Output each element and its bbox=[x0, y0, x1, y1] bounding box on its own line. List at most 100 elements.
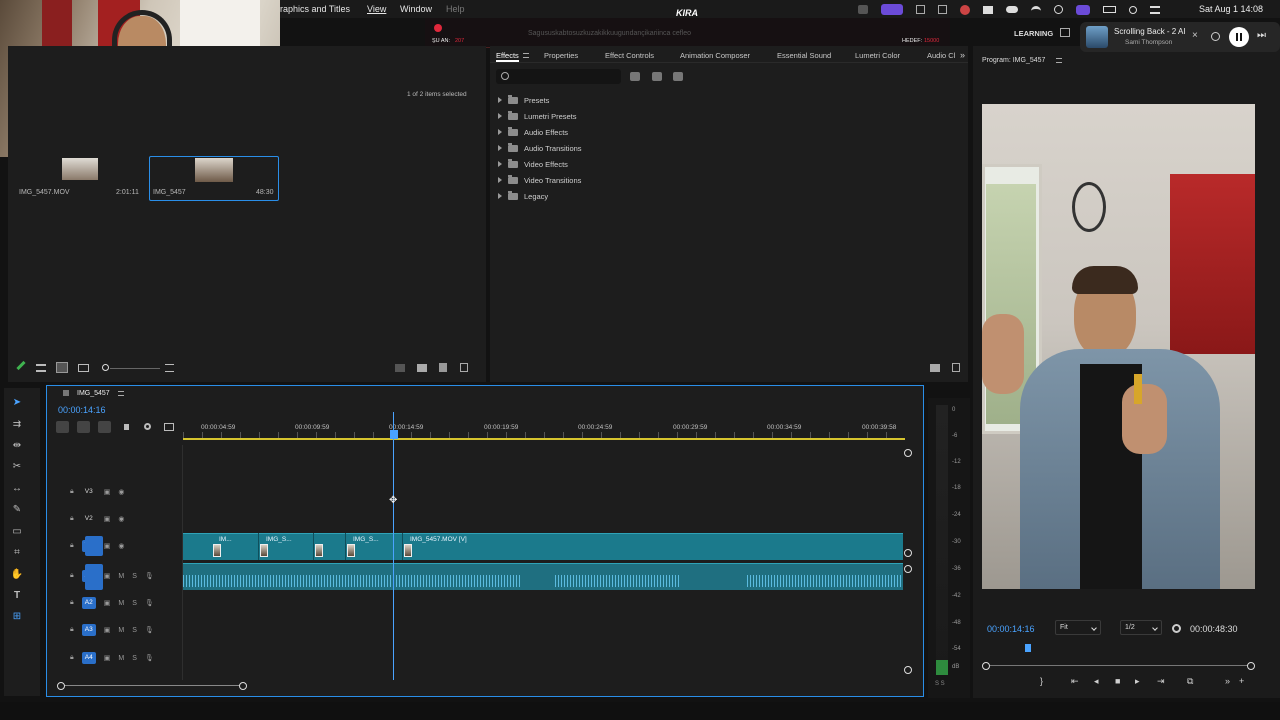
tree-item-presets[interactable]: Presets bbox=[498, 93, 549, 107]
snap-icon[interactable] bbox=[77, 421, 90, 433]
grid-icon[interactable] bbox=[938, 5, 947, 14]
wifi-icon[interactable] bbox=[1031, 5, 1041, 14]
track-label[interactable]: A3 bbox=[81, 624, 96, 636]
crop-tool-icon[interactable]: ⌗ bbox=[10, 546, 24, 560]
tree-item-video-transitions[interactable]: Video Transitions bbox=[498, 173, 581, 187]
tab-essential-sound[interactable]: Essential Sound bbox=[777, 51, 831, 60]
next-track-icon[interactable]: ⏭ bbox=[1257, 30, 1266, 41]
tree-item-audio-effects[interactable]: Audio Effects bbox=[498, 125, 568, 139]
lock-icon[interactable]: 🔒︎ bbox=[70, 572, 74, 580]
stop-icon[interactable]: ■ bbox=[1115, 676, 1120, 686]
microphone-icon[interactable]: 🎙︎ bbox=[145, 654, 154, 662]
timeline-playhead-handle[interactable] bbox=[390, 430, 398, 439]
tree-item-legacy[interactable]: Legacy bbox=[498, 189, 548, 203]
add-button-icon[interactable]: + bbox=[1239, 676, 1244, 686]
lock-icon[interactable]: 🔒︎ bbox=[70, 515, 74, 523]
solo-button[interactable]: S bbox=[132, 573, 137, 580]
panel-menu-icon[interactable] bbox=[523, 53, 529, 58]
screen-record-icon[interactable] bbox=[881, 4, 903, 15]
airplay-icon[interactable] bbox=[1076, 4, 1090, 15]
timeline-timecode[interactable]: 00:00:14:16 bbox=[58, 405, 106, 415]
menu-window[interactable]: Window bbox=[400, 4, 432, 14]
clip-cut[interactable] bbox=[258, 533, 259, 560]
workspace-menu-icon[interactable] bbox=[1060, 28, 1070, 37]
tab-effect-controls[interactable]: Effect Controls bbox=[605, 51, 654, 60]
sync-lock-icon[interactable]: ▣ bbox=[104, 654, 111, 662]
vertical-scroll-handle[interactable] bbox=[904, 666, 912, 674]
fit-dropdown[interactable]: Fit bbox=[1055, 620, 1101, 635]
clip-cut[interactable] bbox=[313, 533, 314, 560]
go-to-in-icon[interactable]: ⇤ bbox=[1071, 676, 1079, 687]
freeform-view-icon[interactable] bbox=[78, 364, 89, 372]
expand-arrow-icon[interactable] bbox=[498, 129, 502, 135]
mute-button[interactable]: M bbox=[118, 655, 124, 662]
cloud-icon[interactable] bbox=[1006, 6, 1018, 13]
meter-footer[interactable]: S S bbox=[935, 681, 945, 687]
new-bin-icon[interactable] bbox=[417, 364, 427, 372]
pencil-icon[interactable] bbox=[16, 360, 26, 371]
project-item-thumb-1[interactable] bbox=[62, 158, 98, 180]
lock-icon[interactable]: 🔒︎ bbox=[70, 542, 74, 550]
effects-search-input[interactable] bbox=[496, 69, 621, 84]
tab-properties[interactable]: Properties bbox=[544, 51, 578, 60]
tree-item-video-effects[interactable]: Video Effects bbox=[498, 157, 568, 171]
a1-source-patch[interactable] bbox=[85, 564, 103, 590]
wrench-icon[interactable] bbox=[1172, 624, 1181, 633]
settings-wrench-icon[interactable] bbox=[144, 423, 151, 430]
tab-effects[interactable]: Effects bbox=[496, 51, 519, 62]
vertical-scroll-handle[interactable] bbox=[904, 565, 912, 573]
sync-lock-icon[interactable]: ▣ bbox=[104, 488, 111, 496]
export-frame-icon[interactable]: ⧉ bbox=[1187, 676, 1193, 687]
track-label[interactable]: V2 bbox=[82, 513, 96, 525]
pen-tool-icon[interactable]: ✎ bbox=[10, 503, 24, 517]
clip-cut[interactable] bbox=[345, 533, 346, 560]
scrub-start-handle[interactable] bbox=[982, 662, 990, 670]
accelerated-effects-icon[interactable] bbox=[630, 72, 640, 81]
panel-menu-icon[interactable] bbox=[118, 391, 124, 396]
new-bin-icon[interactable] bbox=[930, 364, 940, 372]
step-back-icon[interactable]: ◂ bbox=[1094, 676, 1099, 687]
lock-icon[interactable]: 🔒︎ bbox=[70, 599, 74, 607]
search-icon[interactable] bbox=[1129, 5, 1137, 14]
rectangle-tool-icon[interactable]: ▭ bbox=[10, 525, 24, 539]
eye-icon[interactable]: ◉ bbox=[118, 515, 124, 523]
more-controls-icon[interactable]: » bbox=[1225, 676, 1230, 686]
scrub-end-handle[interactable] bbox=[1247, 662, 1255, 670]
expand-arrow-icon[interactable] bbox=[498, 97, 502, 103]
menu-graphics-and-titles[interactable]: raphics and Titles bbox=[280, 4, 350, 14]
eye-icon[interactable]: ◉ bbox=[118, 488, 124, 496]
expand-arrow-icon[interactable] bbox=[498, 177, 502, 183]
solo-button[interactable]: S bbox=[132, 627, 137, 634]
go-to-out-icon[interactable]: ⇥ bbox=[1157, 676, 1165, 687]
control-center-icon[interactable] bbox=[1150, 5, 1160, 14]
step-forward-icon[interactable]: ▸ bbox=[1135, 676, 1140, 687]
sync-lock-icon[interactable]: ▣ bbox=[104, 599, 111, 607]
chrome-icon[interactable] bbox=[960, 4, 970, 15]
scroll-start-handle[interactable] bbox=[57, 682, 65, 690]
type-tool-icon[interactable]: T bbox=[10, 589, 24, 603]
close-icon[interactable]: × bbox=[1192, 30, 1198, 41]
tab-audio-clip[interactable]: Audio Cl bbox=[927, 51, 955, 60]
expand-arrow-icon[interactable] bbox=[498, 193, 502, 199]
icon-view-icon[interactable] bbox=[56, 362, 68, 373]
slip-tool-icon[interactable]: ↔ bbox=[10, 482, 24, 496]
track-label[interactable]: V3 bbox=[82, 486, 96, 498]
program-playhead[interactable] bbox=[1025, 644, 1032, 652]
razor-tool-icon[interactable]: ✂ bbox=[10, 460, 24, 474]
nest-toggle-icon[interactable] bbox=[56, 421, 69, 433]
sequence-tab[interactable]: IMG_5457 bbox=[77, 390, 110, 397]
tree-item-lumetri-presets[interactable]: Lumetri Presets bbox=[498, 109, 577, 123]
microphone-icon[interactable]: 🎙︎ bbox=[145, 626, 154, 634]
automate-icon[interactable] bbox=[395, 364, 405, 372]
tree-item-audio-transitions[interactable]: Audio Transitions bbox=[498, 141, 582, 155]
microphone-icon[interactable]: 🎙︎ bbox=[145, 572, 154, 580]
marker-icon[interactable] bbox=[124, 424, 129, 430]
expand-arrow-icon[interactable] bbox=[498, 145, 502, 151]
mute-button[interactable]: M bbox=[118, 627, 124, 634]
project-item-name[interactable]: IMG_5457 bbox=[153, 189, 186, 196]
vertical-scroll-handle[interactable] bbox=[904, 549, 912, 557]
clip-cut[interactable] bbox=[402, 533, 403, 560]
battery-icon[interactable] bbox=[1103, 6, 1116, 13]
mute-button[interactable]: M bbox=[118, 600, 124, 607]
sort-icon[interactable] bbox=[165, 364, 174, 372]
